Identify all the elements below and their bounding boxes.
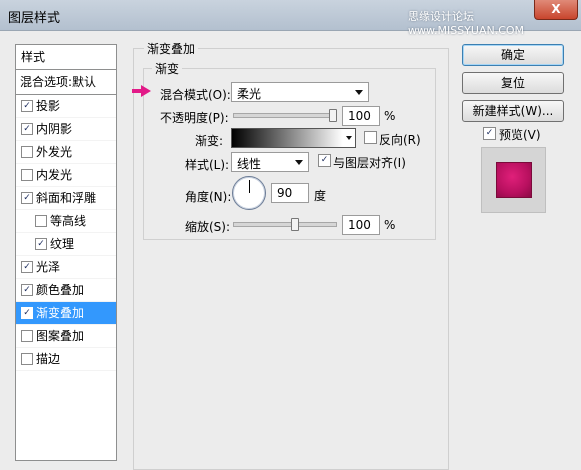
opacity-slider[interactable]	[233, 113, 337, 118]
gradient-overlay-checkbox[interactable]: ✓	[21, 307, 33, 319]
gradient-dropdown-button[interactable]	[343, 128, 356, 148]
chevron-down-icon	[355, 90, 363, 95]
color-overlay-checkbox[interactable]: ✓	[21, 284, 33, 296]
scale-value: 100	[348, 218, 371, 232]
sidebar-item-satin[interactable]: ✓ 光泽	[16, 256, 116, 279]
sidebar-item-label: 外发光	[36, 145, 73, 159]
opacity-slider-handle[interactable]	[329, 109, 337, 122]
bevel-emboss-checkbox[interactable]: ✓	[21, 192, 33, 204]
sidebar-item-label: 内发光	[36, 168, 73, 182]
pink-arrow-icon	[141, 85, 151, 97]
sidebar-item-pattern-overlay[interactable]: 图案叠加	[16, 325, 116, 348]
sidebar-item-inner-glow[interactable]: 内发光	[16, 164, 116, 187]
reverse-label: 反向(R)	[379, 133, 421, 147]
texture-checkbox[interactable]: ✓	[35, 238, 47, 250]
scale-slider[interactable]	[233, 222, 337, 227]
sidebar-item-texture[interactable]: ✓ 纹理	[16, 233, 116, 256]
sidebar-item-drop-shadow[interactable]: ✓ 投影	[16, 95, 116, 118]
new-style-button[interactable]: 新建样式(W)...	[462, 100, 564, 122]
close-icon: X	[551, 2, 561, 16]
angle-value: 90	[277, 186, 293, 200]
pattern-overlay-checkbox[interactable]	[21, 330, 33, 342]
sidebar-item-label: 光泽	[36, 260, 61, 274]
style-preview	[481, 147, 546, 213]
preview-label: 预览(V)	[499, 128, 541, 142]
sidebar-header: 样式	[16, 45, 116, 70]
sidebar-item-label: 等高线	[50, 214, 87, 228]
chevron-down-icon	[346, 136, 352, 140]
sidebar-item-label: 斜面和浮雕	[36, 191, 97, 205]
angle-label: 角度(N):	[185, 190, 232, 204]
opacity-unit: %	[384, 109, 396, 123]
opacity-value: 100	[348, 109, 371, 123]
style-value: 线性	[237, 157, 262, 171]
chevron-down-icon	[295, 160, 303, 165]
ok-button[interactable]: 确定	[462, 44, 564, 66]
scale-label: 缩放(S):	[185, 220, 231, 234]
sidebar-item-outer-glow[interactable]: 外发光	[16, 141, 116, 164]
blend-mode-label: 混合模式(O):	[160, 88, 231, 102]
sidebar-item-label: 描边	[36, 352, 61, 366]
sidebar-item-contour[interactable]: 等高线	[16, 210, 116, 233]
sidebar-item-label: 颜色叠加	[36, 283, 85, 297]
opacity-input[interactable]: 100	[342, 106, 380, 126]
align-with-layer-checkbox[interactable]: ✓	[318, 154, 331, 167]
sidebar-item-label: 图案叠加	[36, 329, 85, 343]
stroke-checkbox[interactable]	[21, 353, 33, 365]
sidebar-item-stroke[interactable]: 描边	[16, 348, 116, 371]
style-label: 样式(L):	[185, 158, 230, 172]
preview-swatch	[496, 162, 532, 198]
window-title: 图层样式	[8, 11, 61, 26]
sidebar-item-label: 内阴影	[36, 122, 73, 136]
sidebar-item-label: 纹理	[50, 237, 75, 251]
satin-checkbox[interactable]: ✓	[21, 261, 33, 273]
sidebar-item-bevel-emboss[interactable]: ✓ 斜面和浮雕	[16, 187, 116, 210]
angle-dial[interactable]	[232, 176, 266, 210]
sidebar-item-label: 投影	[36, 99, 61, 113]
style-sidebar: 样式 混合选项:默认 ✓ 投影 ✓ 内阴影 外发光 内发光 ✓ 斜面和浮雕 等高…	[15, 44, 117, 461]
angle-needle	[249, 180, 250, 193]
inner-shadow-checkbox[interactable]: ✓	[21, 123, 33, 135]
align-with-layer-label: 与图层对齐(I)	[333, 156, 406, 170]
scale-slider-handle[interactable]	[290, 218, 299, 231]
blend-mode-value: 柔光	[237, 87, 262, 101]
angle-unit: 度	[314, 189, 327, 203]
sidebar-item-color-overlay[interactable]: ✓ 颜色叠加	[16, 279, 116, 302]
outer-glow-checkbox[interactable]	[21, 146, 33, 158]
reverse-checkbox[interactable]	[364, 131, 377, 144]
scale-input[interactable]: 100	[342, 215, 380, 235]
blend-mode-select[interactable]: 柔光	[231, 82, 369, 102]
sidebar-item-blending-options[interactable]: 混合选项:默认	[16, 70, 116, 95]
sidebar-item-label: 渐变叠加	[36, 306, 85, 320]
inner-glow-checkbox[interactable]	[21, 169, 33, 181]
gradient-label: 渐变:	[195, 134, 224, 148]
reset-button[interactable]: 复位	[462, 72, 564, 94]
contour-checkbox[interactable]	[35, 215, 47, 227]
gradient-picker[interactable]	[231, 128, 344, 148]
title-bar: 图层样式 思缘设计论坛 www.MISSYUAN.COM X	[0, 0, 581, 37]
opacity-label: 不透明度(P):	[160, 111, 229, 125]
scale-unit: %	[384, 218, 396, 232]
style-select[interactable]: 线性	[231, 152, 309, 172]
sidebar-item-gradient-overlay[interactable]: ✓ 渐变叠加	[16, 302, 116, 325]
close-button[interactable]: X	[534, 0, 578, 20]
sidebar-item-inner-shadow[interactable]: ✓ 内阴影	[16, 118, 116, 141]
gradient-subgroup-title: 渐变	[152, 60, 183, 77]
drop-shadow-checkbox[interactable]: ✓	[21, 100, 33, 112]
angle-input[interactable]: 90	[271, 183, 309, 203]
preview-checkbox[interactable]: ✓	[483, 127, 496, 140]
gradient-overlay-title: 渐变叠加	[144, 40, 199, 57]
